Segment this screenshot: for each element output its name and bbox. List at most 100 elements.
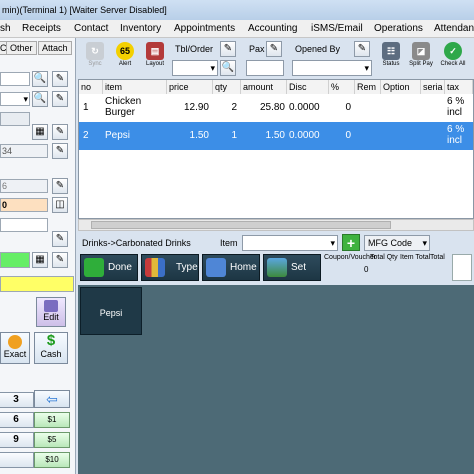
layout-button[interactable]: ▤ Layout	[142, 40, 168, 76]
menu-attendance[interactable]: Attendan	[434, 23, 474, 34]
left-panel: Cust Other Attach 🔍 ✎ ▾ 🔍 ✎ ▦ ✎ 34 ✎ 6 ✎…	[0, 38, 76, 474]
col-disc[interactable]: Disc	[287, 80, 329, 94]
wand-icon[interactable]: ✎	[52, 143, 68, 159]
item-combo[interactable]: ▾	[242, 235, 338, 251]
grid-scrollbar[interactable]	[78, 219, 474, 231]
row-tax: 6 % incl	[447, 124, 465, 146]
blank-field[interactable]	[0, 218, 48, 232]
check-all-button[interactable]: ✓ Check All	[440, 40, 466, 76]
mfg-code-select[interactable]: MFG Code ▾	[364, 235, 430, 251]
status-icon: ☷	[382, 42, 400, 60]
col-pct[interactable]: %	[329, 80, 355, 94]
home-button[interactable]: Home	[202, 254, 260, 281]
check-all-label: Check All	[440, 61, 466, 67]
item-tile-pepsi[interactable]: Pepsi	[80, 287, 142, 335]
chevron-down-icon: ▾	[23, 94, 28, 104]
col-serial[interactable]: seria	[421, 80, 445, 94]
wand-icon[interactable]: ✎	[52, 178, 68, 194]
wand-icon[interactable]: ✎	[52, 71, 68, 87]
row-amount: 1.50	[265, 130, 285, 141]
customer-combo[interactable]: ▾	[0, 92, 30, 106]
chevron-down-icon: ▾	[330, 238, 335, 248]
edit-icon	[44, 300, 58, 312]
total-qty-label: Total Qty	[370, 254, 398, 261]
col-price[interactable]: price	[167, 80, 213, 94]
cash-5-button[interactable]: $5	[34, 432, 70, 448]
wand-icon[interactable]: ✎	[52, 124, 68, 140]
menu-isms-email[interactable]: iSMS/Email	[311, 23, 363, 34]
type-button[interactable]: Type	[141, 254, 199, 281]
wand-icon[interactable]: ✎	[52, 231, 68, 247]
cash-10-button[interactable]: $10	[34, 452, 70, 468]
calculator-icon[interactable]: ▦	[32, 124, 48, 140]
col-tax[interactable]: tax	[445, 80, 473, 94]
set-button[interactable]: Set	[263, 254, 321, 281]
numpad-9[interactable]: 9	[0, 432, 34, 448]
edit-button[interactable]: Edit	[36, 297, 66, 327]
opened-by-combo[interactable]: ▾	[292, 60, 372, 76]
sync-button[interactable]: ↻ Sync	[82, 40, 108, 76]
done-button[interactable]: Done	[80, 254, 138, 281]
tab-attach[interactable]: Attach	[38, 41, 72, 55]
table-row-selected[interactable]: 2 Pepsi 1.50 1 1.50 0.0000 0 6 % incl	[79, 122, 473, 150]
digits-field: 34	[0, 144, 48, 158]
back-arrow-icon[interactable]: ⇦	[34, 390, 70, 408]
add-icon[interactable]: +	[342, 234, 360, 251]
search-icon[interactable]: 🔍	[32, 91, 48, 107]
search-icon[interactable]: 🔍	[32, 71, 48, 87]
menu-operations[interactable]: Operations	[374, 23, 423, 34]
split-pay-icon: ◪	[412, 42, 430, 60]
col-no[interactable]: no	[79, 80, 103, 94]
tbl-order-combo[interactable]: ▾	[172, 60, 218, 76]
chevron-down-icon: ▾	[210, 63, 215, 73]
split-pay-button[interactable]: ◪ Split Pay	[408, 40, 434, 76]
calculator-icon[interactable]: ▦	[32, 252, 48, 268]
customer-field[interactable]	[0, 72, 30, 86]
wand-icon[interactable]: ✎	[220, 41, 236, 57]
exact-button[interactable]: Exact	[0, 332, 30, 364]
totals-scroll[interactable]	[452, 254, 472, 281]
edit-label: Edit	[43, 312, 59, 322]
numpad-blank[interactable]	[0, 452, 34, 468]
opened-by-label: Opened By	[295, 44, 341, 54]
green-field	[0, 252, 30, 268]
alert-button[interactable]: 65 Alert	[112, 40, 138, 76]
scroll-thumb[interactable]	[91, 221, 391, 229]
toolbar: ↻ Sync 65 Alert ▤ Layout Tbl/Order ✎ ▾ 🔍…	[80, 40, 474, 78]
table-row[interactable]: 1 Chicken Burger 12.90 2 25.80 0.0000 0 …	[79, 94, 473, 122]
cash-label: Cash	[40, 349, 62, 359]
menu-contact[interactable]: Contact	[74, 23, 108, 34]
item-label: Item	[220, 238, 238, 248]
menu-receipts[interactable]: Receipts	[22, 23, 61, 34]
row-amount: 25.80	[259, 102, 285, 113]
wand-icon[interactable]: ✎	[354, 41, 370, 57]
search-icon[interactable]: 🔍	[220, 60, 236, 76]
number-field: 6	[0, 179, 48, 193]
menu-cash[interactable]: sh	[0, 23, 11, 34]
col-item[interactable]: item	[103, 80, 167, 94]
cash-1-button[interactable]: $1	[34, 412, 70, 428]
numpad-6[interactable]: 6	[0, 412, 34, 428]
cash-button[interactable]: $ Cash	[34, 332, 68, 364]
tab-other[interactable]: Other	[6, 41, 37, 55]
numpad-3[interactable]: 3	[0, 392, 34, 408]
yellow-field	[0, 276, 74, 292]
col-option[interactable]: Option	[381, 80, 421, 94]
alert-badge-icon: 65	[116, 42, 134, 60]
monitor-icon[interactable]: ◫	[52, 197, 68, 213]
status-button[interactable]: ☷ Status	[378, 40, 404, 76]
category-path: Drinks->Carbonated Drinks	[82, 238, 191, 248]
pax-field[interactable]	[246, 60, 284, 76]
status-label: Status	[382, 61, 400, 67]
mfg-code-label: MFG Code	[368, 238, 413, 248]
wand-icon[interactable]: ✎	[266, 41, 282, 57]
wand-icon[interactable]: ✎	[52, 91, 68, 107]
menu-accounting[interactable]: Accounting	[248, 23, 297, 34]
menu-inventory[interactable]: Inventory	[120, 23, 161, 34]
col-amount[interactable]: amount	[241, 80, 287, 94]
col-rem[interactable]: Rem	[355, 80, 381, 94]
menu-appointments[interactable]: Appointments	[174, 23, 235, 34]
sync-icon: ↻	[86, 42, 104, 60]
col-qty[interactable]: qty	[213, 80, 241, 94]
wand-icon[interactable]: ✎	[52, 252, 68, 268]
